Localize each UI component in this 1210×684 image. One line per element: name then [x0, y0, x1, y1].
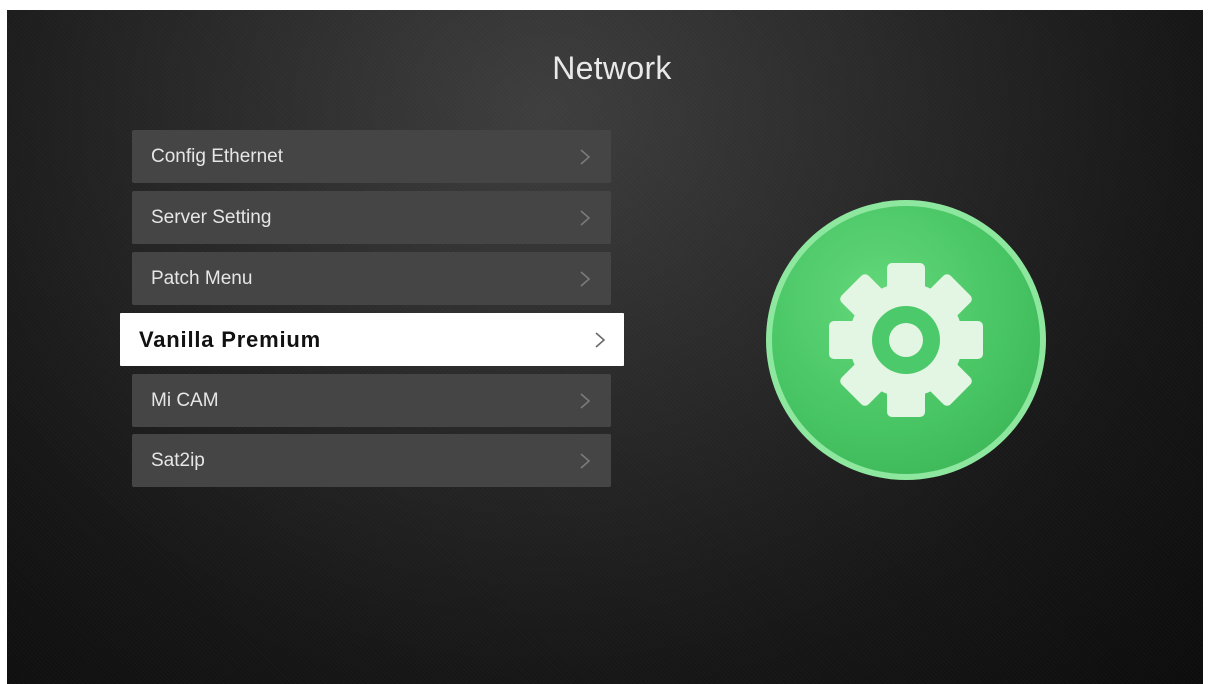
menu-item-config-ethernet[interactable]: Config Ethernet: [132, 130, 611, 183]
settings-preview: [765, 199, 1047, 481]
menu-item-patch-menu[interactable]: Patch Menu: [132, 252, 611, 305]
chevron-right-icon: [580, 210, 591, 226]
menu-item-mi-cam[interactable]: Mi CAM: [132, 374, 611, 427]
chevron-right-icon: [580, 271, 591, 287]
menu-item-label: Patch Menu: [151, 268, 253, 289]
gear-icon: [766, 200, 1046, 480]
menu-item-label: Config Ethernet: [151, 146, 284, 167]
menu-item-label: Sat2ip: [151, 450, 205, 471]
tv-screen: Network Config Ethernet Server Setting P…: [7, 10, 1203, 684]
menu-item-server-setting[interactable]: Server Setting: [132, 191, 611, 244]
chevron-right-icon: [595, 332, 606, 348]
menu-item-label: Mi CAM: [151, 390, 219, 411]
chevron-right-icon: [580, 149, 591, 165]
chevron-right-icon: [580, 453, 591, 469]
chevron-right-icon: [580, 393, 591, 409]
menu-item-label: Server Setting: [151, 207, 272, 228]
page-title: Network: [552, 50, 672, 86]
menu-item-sat2ip[interactable]: Sat2ip: [132, 434, 611, 487]
menu-item-vanilla-premium[interactable]: Vanilla Premium: [120, 313, 624, 366]
menu-item-label: Vanilla Premium: [139, 327, 321, 352]
